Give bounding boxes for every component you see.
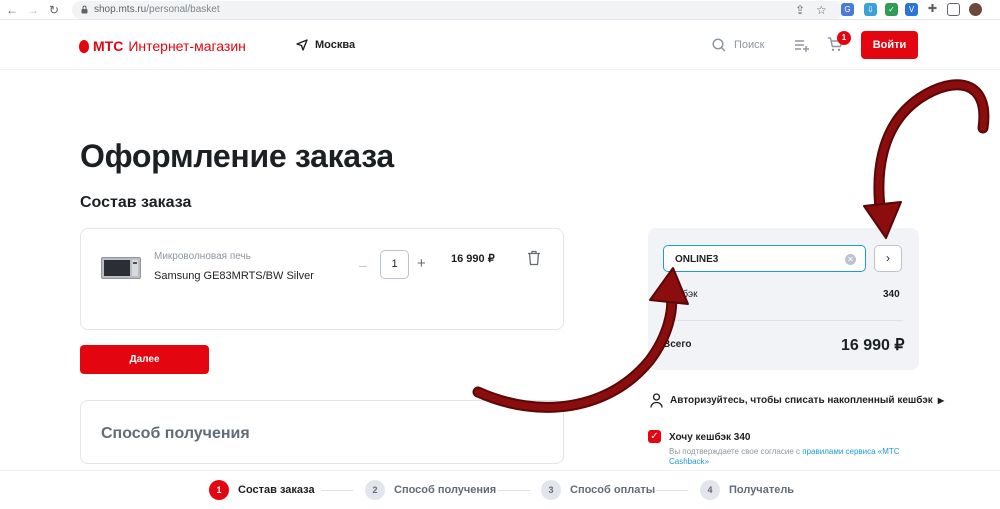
search-icon [712,38,726,52]
sidepanel-icon[interactable] [947,3,960,16]
address-bar[interactable]: shop.mts.ru/personal/basket [72,1,844,19]
caret-right-icon: ▶ [937,396,944,405]
cashback-value: 340 [883,289,900,300]
reload-icon[interactable]: ↻ [49,2,59,18]
step-connector [321,490,353,491]
quantity-increase-button[interactable]: + [417,255,426,272]
search-label: Поиск [734,39,765,51]
cart-count-badge: 1 [837,31,851,45]
summary-divider [663,320,903,321]
translate-extension-icon[interactable]: G [841,3,854,16]
total-label: Всего [663,339,692,350]
step-label: Получатель [729,484,795,496]
cashback-option-label: Хочу кешбэк 340 [669,432,751,443]
auth-cashback-link[interactable]: Авторизуйтесь, чтобы списать накопленный… [650,393,944,408]
product-category: Микроволновая печь [154,251,251,262]
url-text: shop.mts.ru/personal/basket [94,4,220,15]
step-number: 4 [700,480,720,500]
share-icon[interactable]: ⇪ [795,2,805,18]
forward-icon[interactable]: → [27,2,39,18]
order-item-card [80,228,564,330]
city-name: Москва [315,39,356,51]
compare-list-icon[interactable] [794,38,810,52]
step-connector [498,490,530,491]
step-connector [656,490,688,491]
shield-extension-icon[interactable]: ✓ [885,3,898,16]
login-button[interactable]: Войти [861,31,918,59]
vpn-extension-icon[interactable]: V [905,3,918,16]
lock-icon [81,5,88,14]
cashback-checkbox[interactable]: ✓ [648,430,661,443]
profile-avatar[interactable] [969,3,982,16]
step-recipient[interactable]: 4 Получатель [700,480,794,500]
trash-icon[interactable] [527,250,541,266]
delivery-method-title: Способ получения [101,425,250,442]
step-label: Состав заказа [238,484,315,496]
location-arrow-icon [296,39,308,51]
mts-egg-icon [79,39,89,53]
puzzle-icon[interactable]: ✚ [926,3,939,16]
extension-off-icon[interactable]: ⇩ [864,3,877,16]
quantity-decrease-button[interactable]: – [359,257,367,273]
bookmark-star-icon[interactable]: ☆ [816,2,827,18]
clear-promo-icon[interactable]: ✕ [845,254,856,265]
step-delivery[interactable]: 2 Способ получения [365,480,496,500]
next-button[interactable]: Далее [80,345,209,374]
consent-text: Вы подтверждаете свое согласие с правила… [669,447,900,466]
logo-brand: МТС [93,38,124,54]
city-selector[interactable]: Москва [296,39,355,51]
step-number: 2 [365,480,385,500]
annotation-arrow-to-apply [863,79,990,239]
step-number: 1 [209,480,229,500]
product-name[interactable]: Samsung GE83MRTS/BW Silver [154,270,314,282]
site-logo[interactable]: МТС Интернет-магазин [79,38,246,54]
step-number: 3 [541,480,561,500]
quantity-input[interactable]: 1 [380,250,409,279]
chevron-right-icon: › [886,251,890,265]
search-button[interactable]: Поиск [712,38,764,52]
step-order[interactable]: 1 Состав заказа [209,480,315,500]
cashback-label: Кешбэк [663,289,698,300]
logo-subtitle: Интернет-магазин [128,38,246,54]
microwave-image [101,257,141,279]
promo-code-value: ONLINE3 [675,254,719,265]
apply-promo-button[interactable]: › [874,245,902,272]
order-heading: Состав заказа [80,194,192,211]
product-price: 16 990 ₽ [451,253,495,265]
back-icon[interactable]: ← [6,2,18,18]
page-title: Оформление заказа [80,138,394,174]
step-label: Способ получения [394,484,497,496]
total-value: 16 990 ₽ [841,337,905,354]
browser-toolbar: ← → ↻ shop.mts.ru/personal/basket ⇪ ☆ G … [0,0,1000,20]
step-payment[interactable]: 3 Способ оплаты [541,480,655,500]
auth-label: Авторизуйтесь, чтобы списать накопленный… [670,395,933,406]
user-icon [650,393,663,408]
step-label: Способ оплаты [570,484,656,496]
